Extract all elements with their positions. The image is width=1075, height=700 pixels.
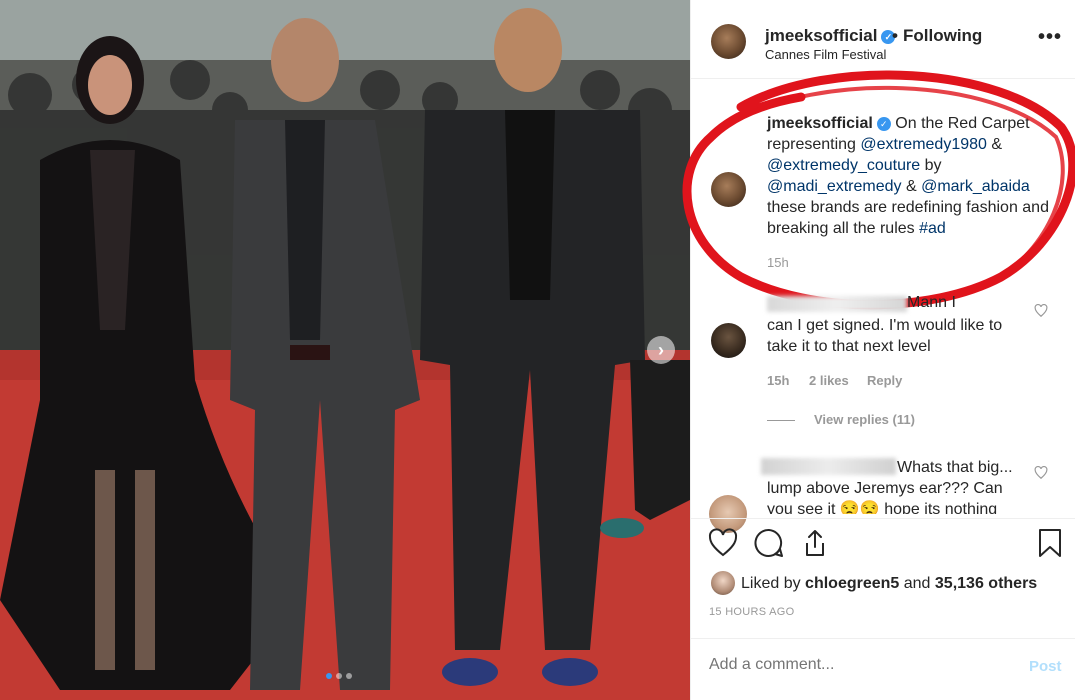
like-heart-icon[interactable] (707, 527, 739, 559)
post-photo[interactable]: › (0, 0, 690, 700)
post-header: jmeeksofficial ✓ • Following Cannes Film … (691, 0, 1075, 78)
follow-status-button[interactable]: Following (903, 26, 982, 46)
author-avatar[interactable] (711, 24, 746, 59)
hashtag-link[interactable]: #ad (919, 220, 946, 237)
separator-dot: • (892, 26, 898, 45)
save-bookmark-icon[interactable] (1034, 527, 1066, 559)
view-replies-button[interactable]: View replies (11) (814, 412, 915, 427)
comment-text: Whats that big... lump above Jeremys ear… (767, 459, 1013, 514)
like-comment-heart-icon[interactable] (1034, 304, 1048, 318)
add-comment-input[interactable] (709, 656, 1009, 674)
comment-bubble-icon[interactable] (753, 527, 785, 559)
author-username-text[interactable]: jmeeksofficial (765, 26, 877, 45)
next-photo-button[interactable]: › (647, 336, 675, 364)
caption-text: these brands are redefining fashion and … (767, 199, 1049, 237)
post-timestamp[interactable]: 15 HOURS AGO (709, 606, 795, 618)
post-actions (691, 527, 1075, 567)
more-options-icon[interactable]: ••• (1038, 26, 1062, 49)
author-username[interactable]: jmeeksofficial ✓ (765, 26, 896, 46)
likes-summary: Liked by chloegreen5 and 35,136 others (741, 575, 1037, 593)
carousel-indicator (326, 673, 352, 679)
mention-link[interactable]: @extremedy_couture (767, 157, 920, 174)
post-side-panel: jmeeksofficial ✓ • Following Cannes Film … (682, 0, 1075, 700)
like-comment-heart-icon[interactable] (1034, 466, 1048, 480)
mention-link[interactable]: @extremedy1980 (860, 136, 987, 153)
post-caption: jmeeksofficial ✓ On the Red Carpet repres… (767, 113, 1057, 239)
post-location[interactable]: Cannes Film Festival (765, 47, 886, 62)
likes-prefix: Liked by (741, 575, 806, 592)
mention-link[interactable]: @mark_abaida (921, 178, 1030, 195)
liker-avatar[interactable] (711, 571, 735, 595)
commenter-avatar[interactable] (711, 323, 746, 358)
comment-text-start: Mann I (907, 294, 956, 311)
post-comment-button[interactable]: Post (1029, 658, 1062, 675)
share-icon[interactable] (799, 527, 831, 559)
comment-time: 15h (767, 373, 790, 388)
caption-author-username[interactable]: jmeeksofficial (767, 115, 873, 132)
comment-text: can I get signed. I'm would like to take… (767, 317, 1003, 355)
red-carpet-photo (0, 0, 690, 700)
caption-timestamp: 15h (767, 255, 789, 270)
carousel-dot-active (326, 673, 332, 679)
header-divider (691, 78, 1075, 79)
comment-likes[interactable]: 2 likes (809, 373, 849, 388)
likes-count[interactable]: 35,136 others (935, 575, 1037, 592)
carousel-dot (336, 673, 342, 679)
mention-link[interactable]: @madi_extremedy (767, 178, 902, 195)
verified-badge-icon: ✓ (876, 117, 891, 131)
caption-text: & (986, 136, 1003, 153)
caption-text: & (901, 178, 922, 195)
likes-middle: and (899, 575, 935, 592)
liker-username[interactable]: chloegreen5 (805, 575, 899, 592)
reply-button[interactable]: Reply (867, 373, 902, 388)
caption-text: by (920, 157, 942, 174)
comment-box-divider (691, 638, 1075, 639)
caption-author-avatar[interactable] (711, 172, 746, 207)
replies-line (767, 420, 795, 421)
actions-divider (691, 518, 1075, 519)
redacted-username (767, 296, 907, 312)
carousel-dot (346, 673, 352, 679)
